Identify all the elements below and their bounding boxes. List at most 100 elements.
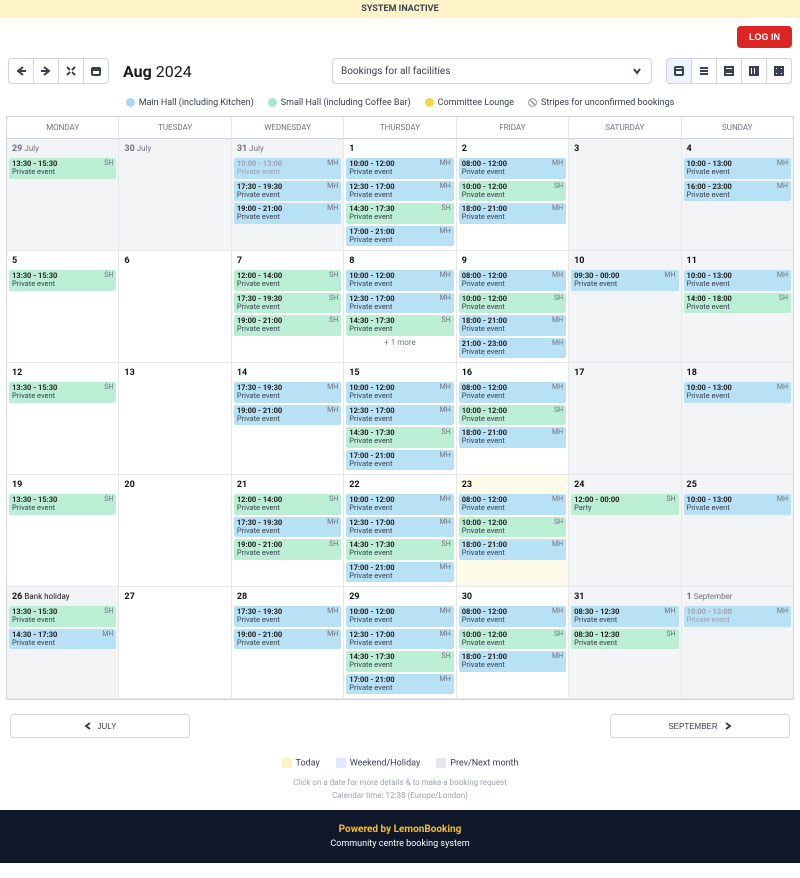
booking-event[interactable]: 10:00 - 12:00Private eventSH <box>459 181 566 202</box>
booking-event[interactable]: 14:30 - 17:30Private eventSH <box>346 651 453 672</box>
booking-event[interactable]: 10:00 - 13:00Private eventMH <box>684 382 791 403</box>
booking-event[interactable]: 18:00 - 21:00Private eventMH <box>459 427 566 448</box>
booking-event[interactable]: 14:30 - 17:30Private eventMH <box>9 629 116 650</box>
booking-event[interactable]: 12:30 - 17:00Private eventMH <box>346 181 453 202</box>
day-cell[interactable]: 2412:00 - 00:00PartySH <box>568 475 680 587</box>
day-cell[interactable]: 2510:00 - 13:00Private eventMH <box>681 475 793 587</box>
day-cell[interactable]: 1810:00 - 13:00Private eventMH <box>681 363 793 475</box>
view-month-button[interactable] <box>666 58 692 84</box>
day-cell[interactable]: 1417:30 - 19:30Private eventMH19:00 - 21… <box>231 363 343 475</box>
day-cell[interactable]: 1913:30 - 15:30Private eventSH <box>7 475 118 587</box>
booking-event[interactable]: 10:00 - 12:00Private eventSH <box>459 629 566 650</box>
day-cell[interactable]: 29July13:30 - 15:30Private eventSH <box>7 139 118 251</box>
booking-event[interactable]: 12:30 - 17:00Private eventMH <box>346 517 453 538</box>
booking-event[interactable]: 10:00 - 13:00Private eventMH <box>684 158 791 179</box>
prev-button[interactable] <box>8 58 34 84</box>
footer-brand[interactable]: Powered by LemonBooking <box>0 824 800 835</box>
day-cell[interactable]: 2112:00 - 14:00Private eventSH17:30 - 19… <box>231 475 343 587</box>
collapse-button[interactable] <box>58 58 84 84</box>
booking-event[interactable]: 12:00 - 14:00Private eventSH <box>234 270 341 291</box>
booking-event[interactable]: 10:00 - 13:00Private eventMH <box>684 494 791 515</box>
day-cell[interactable]: 208:00 - 12:00Private eventMH10:00 - 12:… <box>456 139 568 251</box>
booking-event[interactable]: 19:00 - 21:00Private eventSH <box>234 315 341 336</box>
day-cell[interactable]: 1009:30 - 00:00Private eventMH <box>568 251 680 363</box>
booking-event[interactable]: 17:30 - 19:30Private eventMH <box>234 181 341 202</box>
booking-event[interactable]: 17:00 - 21:00Private eventMH <box>346 450 453 471</box>
day-cell[interactable]: 1510:00 - 12:00Private eventMH12:30 - 17… <box>343 363 455 475</box>
booking-event[interactable]: 17:00 - 21:00Private eventMH <box>346 674 453 695</box>
more-events[interactable]: + 1 more <box>346 338 453 347</box>
booking-event[interactable]: 10:00 - 13:00Private eventMH <box>234 158 341 179</box>
day-cell[interactable]: 2308:00 - 12:00Private eventMH10:00 - 12… <box>456 475 568 587</box>
day-cell[interactable]: 2210:00 - 12:00Private eventMH12:30 - 17… <box>343 475 455 587</box>
login-button[interactable]: LOG IN <box>737 26 792 48</box>
day-cell[interactable]: 6 <box>118 251 230 363</box>
next-button[interactable] <box>33 58 59 84</box>
booking-event[interactable]: 17:30 - 19:30Private eventMH <box>234 382 341 403</box>
day-cell[interactable]: 1September10:00 - 13:00Private eventMH <box>681 587 793 699</box>
day-cell[interactable]: 2910:00 - 12:00Private eventMH12:30 - 17… <box>343 587 455 699</box>
booking-event[interactable]: 12:30 - 17:00Private eventMH <box>346 629 453 650</box>
booking-event[interactable]: 08:00 - 12:00Private eventMH <box>459 158 566 179</box>
view-list-button[interactable] <box>691 58 717 84</box>
view-columns-button[interactable] <box>741 58 767 84</box>
booking-event[interactable]: 10:00 - 13:00Private eventMH <box>684 606 791 627</box>
next-month-button[interactable]: SEPTEMBER <box>610 714 790 738</box>
booking-event[interactable]: 18:00 - 21:00Private eventMH <box>459 539 566 560</box>
day-cell[interactable]: 1608:00 - 12:00Private eventMH10:00 - 12… <box>456 363 568 475</box>
booking-event[interactable]: 13:30 - 15:30Private eventSH <box>9 606 116 627</box>
booking-event[interactable]: 19:00 - 21:00Private eventMH <box>234 203 341 224</box>
booking-event[interactable]: 12:30 - 17:00Private eventMH <box>346 293 453 314</box>
booking-event[interactable]: 12:30 - 17:00Private eventMH <box>346 405 453 426</box>
booking-event[interactable]: 18:00 - 21:00Private eventMH <box>459 315 566 336</box>
booking-event[interactable]: 14:30 - 17:30Private eventSH <box>346 315 453 336</box>
booking-event[interactable]: 12:00 - 14:00Private eventSH <box>234 494 341 515</box>
booking-event[interactable]: 17:30 - 19:30Private eventMH <box>234 517 341 538</box>
booking-event[interactable]: 13:30 - 15:30Private eventSH <box>9 158 116 179</box>
day-cell[interactable]: 31July10:00 - 13:00Private eventMH17:30 … <box>231 139 343 251</box>
booking-event[interactable]: 08:00 - 12:00Private eventMH <box>459 270 566 291</box>
booking-event[interactable]: 21:00 - 23:00Private eventMH <box>459 338 566 359</box>
day-cell[interactable]: 410:00 - 13:00Private eventMH16:00 - 23:… <box>681 139 793 251</box>
booking-event[interactable]: 10:00 - 12:00Private eventMH <box>346 606 453 627</box>
day-cell[interactable]: 908:00 - 12:00Private eventMH10:00 - 12:… <box>456 251 568 363</box>
booking-event[interactable]: 17:30 - 19:30Private eventSH <box>234 293 341 314</box>
booking-event[interactable]: 16:00 - 23:00Private eventMH <box>684 181 791 202</box>
booking-event[interactable]: 13:30 - 15:30Private eventSH <box>9 382 116 403</box>
view-grid-button[interactable] <box>766 58 792 84</box>
day-cell[interactable]: 3108:30 - 12:30Private eventMH08:30 - 12… <box>568 587 680 699</box>
day-cell[interactable]: 712:00 - 14:00Private eventSH17:30 - 19:… <box>231 251 343 363</box>
booking-event[interactable]: 08:00 - 12:00Private eventMH <box>459 494 566 515</box>
view-agenda-button[interactable] <box>716 58 742 84</box>
booking-event[interactable]: 18:00 - 21:00Private eventMH <box>459 203 566 224</box>
booking-event[interactable]: 19:00 - 21:00Private eventMH <box>234 629 341 650</box>
prev-month-button[interactable]: JULY <box>10 714 190 738</box>
booking-event[interactable]: 10:00 - 12:00Private eventSH <box>459 517 566 538</box>
day-cell[interactable]: 17 <box>568 363 680 475</box>
day-cell[interactable]: 3008:00 - 12:00Private eventMH10:00 - 12… <box>456 587 568 699</box>
booking-event[interactable]: 10:00 - 12:00Private eventMH <box>346 494 453 515</box>
booking-event[interactable]: 09:30 - 00:00Private eventMH <box>571 270 678 291</box>
day-cell[interactable]: 1110:00 - 13:00Private eventMH14:00 - 18… <box>681 251 793 363</box>
booking-event[interactable]: 08:30 - 12:30Private eventMH <box>571 606 678 627</box>
day-cell[interactable]: 513:30 - 15:30Private eventSH <box>7 251 118 363</box>
booking-event[interactable]: 18:00 - 21:00Private eventMH <box>459 651 566 672</box>
day-cell[interactable]: 110:00 - 12:00Private eventMH12:30 - 17:… <box>343 139 455 251</box>
day-cell[interactable]: 26Bank holiday13:30 - 15:30Private event… <box>7 587 118 699</box>
booking-event[interactable]: 19:00 - 21:00Private eventMH <box>234 405 341 426</box>
booking-event[interactable]: 17:00 - 21:00Private eventMH <box>346 562 453 583</box>
booking-event[interactable]: 14:30 - 17:30Private eventSH <box>346 203 453 224</box>
booking-event[interactable]: 13:30 - 15:30Private eventSH <box>9 494 116 515</box>
datepicker-button[interactable] <box>83 58 109 84</box>
day-cell[interactable]: 27 <box>118 587 230 699</box>
booking-event[interactable]: 19:00 - 21:00Private eventSH <box>234 539 341 560</box>
booking-event[interactable]: 14:00 - 18:00Private eventSH <box>684 293 791 314</box>
booking-event[interactable]: 10:00 - 12:00Private eventMH <box>346 382 453 403</box>
booking-event[interactable]: 08:30 - 12:30Private eventSH <box>571 629 678 650</box>
booking-event[interactable]: 17:30 - 19:30Private eventMH <box>234 606 341 627</box>
booking-event[interactable]: 17:00 - 21:00Private eventMH <box>346 226 453 247</box>
day-cell[interactable]: 20 <box>118 475 230 587</box>
booking-event[interactable]: 08:00 - 12:00Private eventMH <box>459 382 566 403</box>
booking-event[interactable]: 10:00 - 12:00Private eventSH <box>459 293 566 314</box>
booking-event[interactable]: 10:00 - 12:00Private eventMH <box>346 270 453 291</box>
